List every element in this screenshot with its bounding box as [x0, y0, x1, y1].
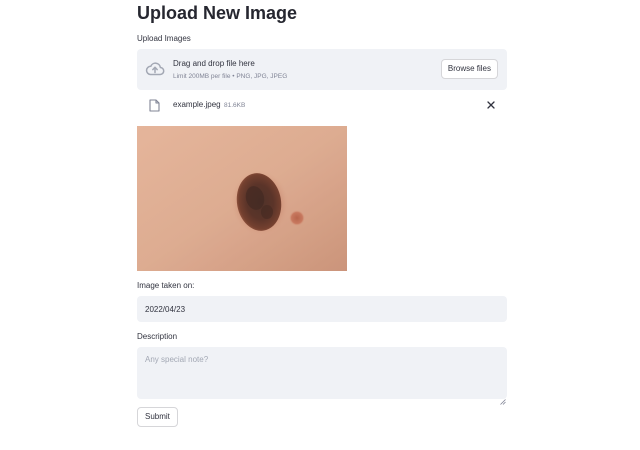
remove-file-button[interactable] — [484, 98, 498, 112]
description-label: Description — [137, 332, 178, 341]
uploaded-file-row: example.jpeg 81.6KB — [137, 96, 507, 114]
file-size: 81.6KB — [224, 102, 246, 109]
dropzone-limits: Limit 200MB per file • PNG, JPG, JPEG — [173, 73, 288, 80]
browse-files-button[interactable]: Browse files — [440, 59, 498, 79]
cloud-upload-icon — [145, 60, 165, 78]
date-label: Image taken on: — [137, 281, 195, 290]
file-dropzone[interactable]: Drag and drop file here Limit 200MB per … — [137, 49, 507, 90]
uploaded-image-preview — [137, 126, 347, 271]
submit-button[interactable]: Submit — [137, 407, 178, 427]
dropzone-title: Drag and drop file here — [173, 59, 255, 68]
resize-handle-icon[interactable] — [500, 392, 506, 405]
description-textarea[interactable] — [137, 347, 507, 399]
file-name: example.jpeg — [173, 100, 221, 109]
upload-page: Upload New Image Upload Images Drag and … — [0, 0, 640, 450]
page-title: Upload New Image — [137, 3, 298, 23]
close-icon — [484, 100, 498, 115]
date-input[interactable] — [137, 296, 507, 322]
file-icon — [149, 99, 160, 112]
upload-images-label: Upload Images — [137, 34, 191, 43]
